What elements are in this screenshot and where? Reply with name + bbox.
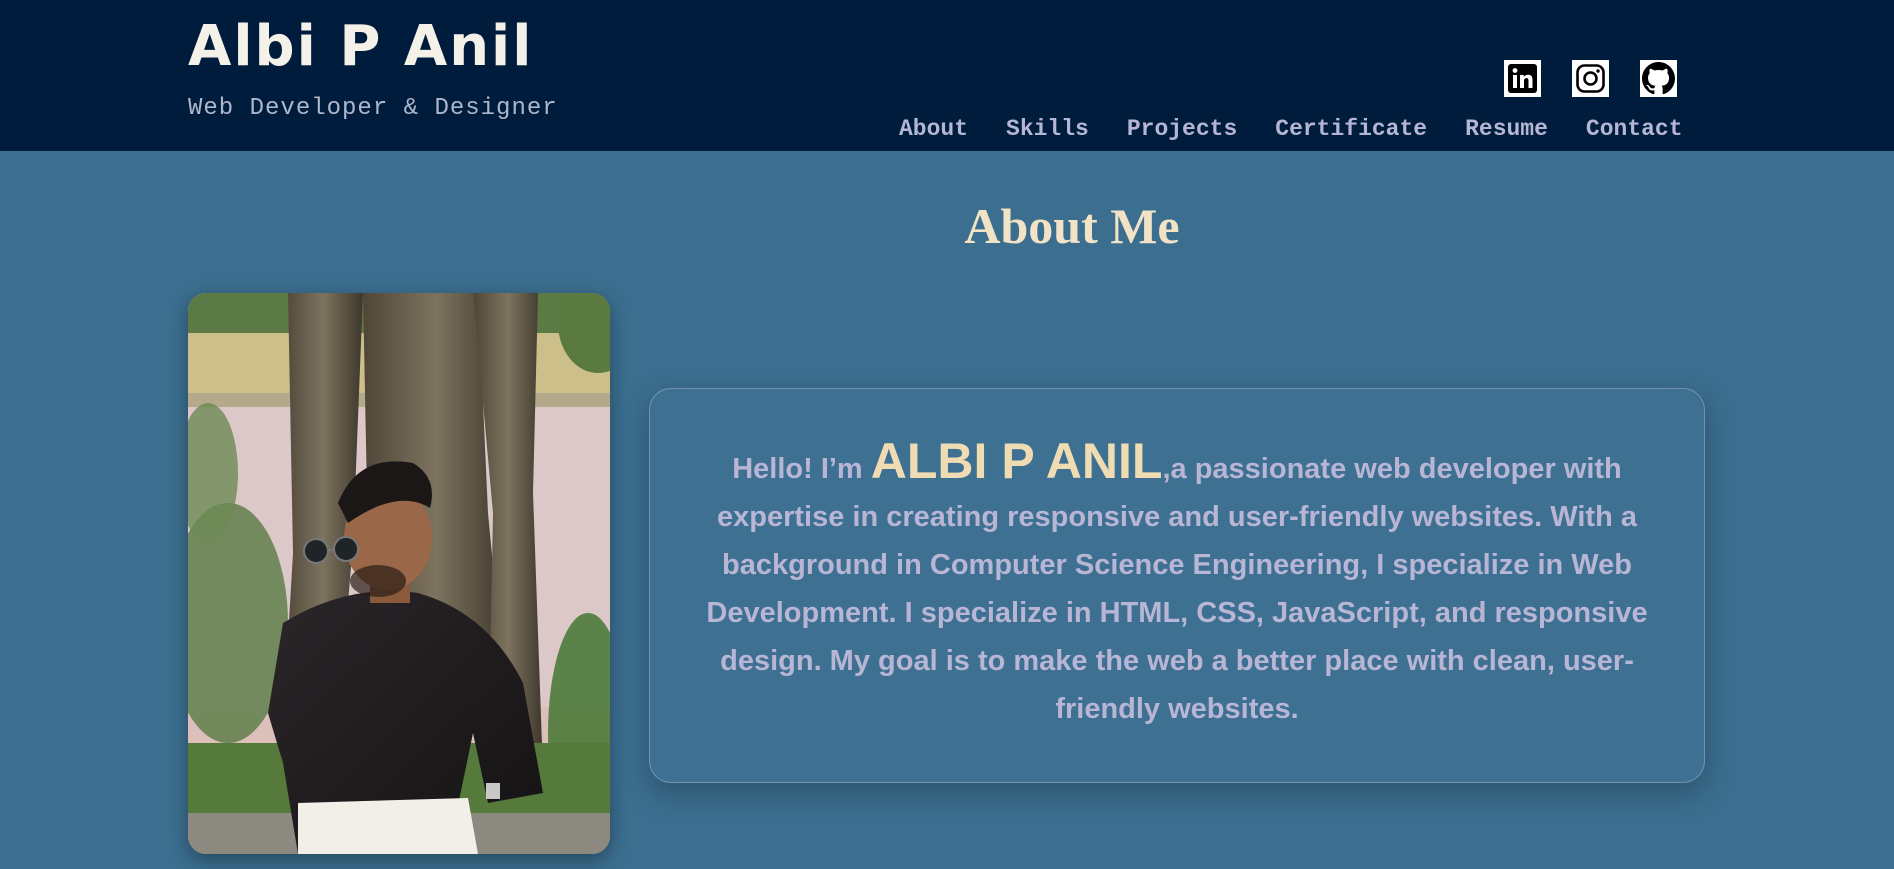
highlight-name: ALBI P ANIL [870, 433, 1163, 489]
nav-skills[interactable]: Skills [1006, 116, 1089, 142]
instagram-icon[interactable] [1572, 60, 1609, 97]
main-nav: About Skills Projects Certificate Resume… [899, 116, 1683, 142]
linkedin-icon[interactable] [1504, 60, 1541, 97]
social-links [1504, 60, 1677, 97]
github-icon[interactable] [1640, 60, 1677, 97]
bio-text: ,a passionate web developer with experti… [706, 453, 1648, 725]
about-section-title: About Me [964, 198, 1180, 254]
nav-projects[interactable]: Projects [1127, 116, 1237, 142]
greeting-text: Hello! I’m [732, 453, 871, 485]
nav-resume[interactable]: Resume [1465, 116, 1548, 142]
profile-photo [188, 293, 610, 854]
nav-certificate[interactable]: Certificate [1275, 116, 1427, 142]
site-header: Albi P Anil Web Developer & Designer Abo… [0, 0, 1894, 151]
brand-tagline: Web Developer & Designer [188, 95, 558, 122]
brand-name: Albi P Anil [188, 14, 534, 79]
nav-contact[interactable]: Contact [1586, 116, 1683, 142]
about-card: Hello! I’m ALBI P ANIL,a passionate web … [649, 388, 1705, 783]
nav-about[interactable]: About [899, 116, 968, 142]
